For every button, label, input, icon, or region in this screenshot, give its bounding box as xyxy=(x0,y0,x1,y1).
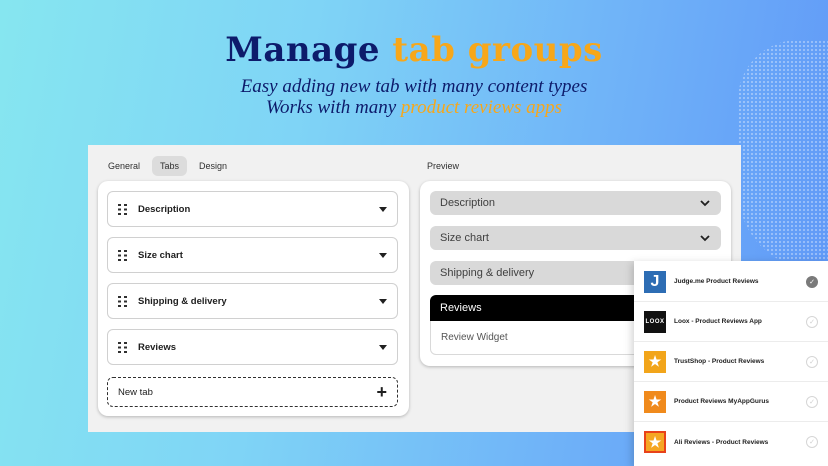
hero-subtitle-2: Works with many product reviews apps xyxy=(265,97,563,118)
caret-down-icon[interactable] xyxy=(379,206,387,212)
drag-handle-icon[interactable] xyxy=(118,203,128,215)
check-icon[interactable]: ✓ xyxy=(806,275,818,288)
caret-down-icon[interactable] xyxy=(379,252,387,258)
app-name: Loox - Product Reviews App xyxy=(674,318,762,325)
settings-tabs: General Tabs Design xyxy=(100,156,235,176)
app-name: TrustShop - Product Reviews xyxy=(674,358,765,365)
app-name: Judge.me Product Reviews xyxy=(674,278,759,285)
tab-list-card: Description Size chart Shipping & delive… xyxy=(98,181,409,416)
caret-down-icon[interactable] xyxy=(379,298,387,304)
tab-row-shipping[interactable]: Shipping & delivery xyxy=(107,283,398,319)
star-logo-icon: ★ xyxy=(644,350,666,373)
hero-subtitle-1: Easy adding new tab with many content ty… xyxy=(240,76,588,97)
tab-design[interactable]: Design xyxy=(191,156,235,176)
preview-label: Preview xyxy=(427,161,460,171)
app-item-loox[interactable]: LOOX Loox - Product Reviews App ✓ xyxy=(634,302,828,342)
app-item-ali-reviews[interactable]: ★ Ali Reviews - Product Reviews ✓ xyxy=(634,422,828,462)
new-tab-label: New tab xyxy=(118,386,153,398)
review-apps-list: J Judge.me Product Reviews ✓ LOOX Loox -… xyxy=(634,261,828,466)
tab-row-size-chart[interactable]: Size chart xyxy=(107,237,398,273)
new-tab-button[interactable]: New tab + xyxy=(107,377,398,407)
preview-accordion-size-chart[interactable]: Size chart xyxy=(430,226,721,250)
check-icon[interactable]: ✓ xyxy=(806,395,818,408)
app-name: Ali Reviews - Product Reviews xyxy=(674,438,769,446)
drag-handle-icon[interactable] xyxy=(118,249,128,261)
drag-handle-icon[interactable] xyxy=(118,295,128,307)
tab-general[interactable]: General xyxy=(100,156,148,176)
tab-row-label: Reviews xyxy=(138,341,177,353)
decorative-dot-pattern xyxy=(738,40,828,270)
preview-accordion-description[interactable]: Description xyxy=(430,191,721,215)
plus-icon[interactable]: + xyxy=(376,383,387,401)
star-logo-icon: ★ xyxy=(644,431,666,453)
tab-row-label: Shipping & delivery xyxy=(138,295,227,307)
tab-row-label: Size chart xyxy=(138,249,183,261)
check-icon[interactable]: ✓ xyxy=(806,315,818,328)
app-item-trustshop[interactable]: ★ TrustShop - Product Reviews ✓ xyxy=(634,342,828,382)
tab-row-reviews[interactable]: Reviews xyxy=(107,329,398,365)
app-item-judgeme[interactable]: J Judge.me Product Reviews ✓ xyxy=(634,262,828,302)
caret-down-icon[interactable] xyxy=(379,344,387,350)
chevron-down-icon xyxy=(700,235,710,242)
hero-title: Manage tab groups xyxy=(225,30,603,70)
check-icon[interactable]: ✓ xyxy=(806,436,818,448)
accordion-label: Size chart xyxy=(440,232,489,244)
tab-tabs[interactable]: Tabs xyxy=(152,156,188,176)
tab-row-description[interactable]: Description xyxy=(107,191,398,227)
judgeme-logo-icon: J xyxy=(644,270,666,293)
check-icon[interactable]: ✓ xyxy=(806,355,818,368)
star-logo-icon: ★ xyxy=(644,390,666,413)
chevron-down-icon xyxy=(700,200,710,207)
tab-row-label: Description xyxy=(138,203,191,215)
loox-logo-icon: LOOX xyxy=(644,310,666,333)
app-name: Product Reviews MyAppGurus xyxy=(674,398,769,405)
app-item-myappgurus[interactable]: ★ Product Reviews MyAppGurus ✓ xyxy=(634,382,828,422)
drag-handle-icon[interactable] xyxy=(118,341,128,353)
accordion-label: Description xyxy=(440,197,496,209)
